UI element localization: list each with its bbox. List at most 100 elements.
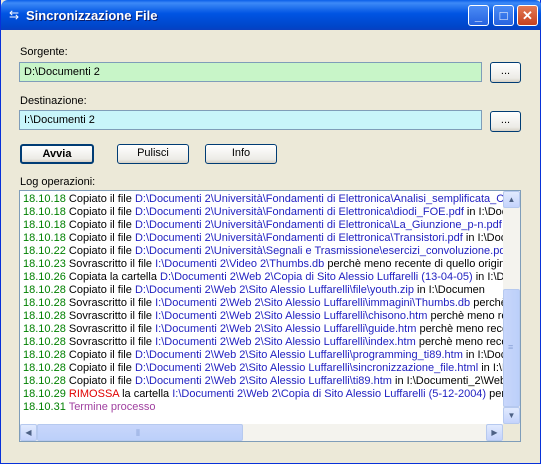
grip-icon: ≡ <box>508 342 514 352</box>
log-entry[interactable]: 18.10.18 Copiato il file D:\Documenti 2\… <box>23 219 503 232</box>
log-entry-detail: perchè meno recente di quello original <box>324 258 503 270</box>
log-label: Log operazioni: <box>20 176 96 188</box>
title-bar[interactable]: ⇆ Sincronizzazione File _ □ ✕ <box>1 0 541 30</box>
log-entry-action: Copiato il file <box>68 193 132 205</box>
log-entry-action: Copiato il file <box>68 206 132 218</box>
log-entry[interactable]: 18.10.18 Copiato il file D:\Documenti 2\… <box>23 232 503 245</box>
close-button[interactable]: ✕ <box>517 5 538 26</box>
log-entry-detail: perchè meno rece <box>430 310 503 322</box>
scroll-left-button[interactable]: ◀ <box>20 424 37 441</box>
scroll-down-button[interactable]: ▼ <box>503 407 520 424</box>
main-window: ⇆ Sincronizzazione File _ □ ✕ Sorgente: … <box>0 0 541 464</box>
horizontal-scrollbar[interactable]: ◀ ⦀ ▶ <box>20 424 503 441</box>
log-entry-path: D:\Documenti 2\Università\Fondamenti di … <box>134 219 502 231</box>
log-entry-detail: in I:\Docu <box>466 206 503 218</box>
log-entry[interactable]: 18.10.26 Copiata la cartella D:\Document… <box>23 271 503 284</box>
log-entry-detail: perch <box>489 388 503 400</box>
log-entry-action: RIMOSSA <box>68 388 120 400</box>
log-entry[interactable]: 18.10.29 RIMOSSA la cartella I:\Document… <box>23 388 503 401</box>
horizontal-scroll-thumb[interactable]: ⦀ <box>37 424 243 441</box>
arrow-down-icon: ▼ <box>507 411 516 420</box>
log-entry-action: Copiato il file <box>68 375 132 387</box>
log-entry-detail: la cartella <box>119 388 173 400</box>
destination-path-field[interactable]: I:\Documenti 2 <box>19 110 482 130</box>
log-entry-detail: perchè <box>473 297 503 309</box>
log-entry-detail: perchè meno recen <box>419 323 503 335</box>
minimize-icon: _ <box>474 8 483 23</box>
sync-icon: ⇆ <box>8 8 20 22</box>
source-label: Sorgente: <box>20 46 68 58</box>
scroll-up-button[interactable]: ▲ <box>503 191 520 208</box>
maximize-button[interactable]: □ <box>493 5 514 26</box>
scroll-corner <box>503 424 520 441</box>
log-entry-time: 18.10.28 <box>23 310 66 322</box>
log-entry-time: 18.10.18 <box>23 193 66 205</box>
log-entry-time: 18.10.26 <box>23 271 66 283</box>
log-entry-action: Copiata la cartella <box>68 271 157 283</box>
log-entry[interactable]: 18.10.28 Sovrascritto il file I:\Documen… <box>23 336 503 349</box>
log-entry[interactable]: 18.10.28 Sovrascritto il file I:\Documen… <box>23 297 503 310</box>
vertical-scroll-thumb[interactable]: ≡ <box>503 289 520 407</box>
log-entry-detail: in I:\Documenti_2\Web <box>391 375 503 387</box>
log-entry-time: 18.10.18 <box>23 232 66 244</box>
log-entry-action: Sovrascritto il file <box>68 336 153 348</box>
source-browse-button[interactable]: ... <box>490 62 521 83</box>
log-entry[interactable]: 18.10.23 Sovrascritto il file I:\Documen… <box>23 258 503 271</box>
log-entry-path: D:\Documenti 2\Università\Segnali e Tras… <box>134 245 503 257</box>
log-listbox[interactable]: 18.10.18 Copiato il file D:\Documenti 2\… <box>19 190 521 442</box>
info-button[interactable]: Info <box>205 144 277 164</box>
log-entry-action: Copiato il file <box>68 245 132 257</box>
log-entry-action: Copiato il file <box>68 284 132 296</box>
log-entry-time: 18.10.28 <box>23 375 66 387</box>
log-entry-time: 18.10.18 <box>23 206 66 218</box>
log-entry[interactable]: 18.10.28 Copiato il file D:\Documenti 2\… <box>23 284 503 297</box>
log-entry[interactable]: 18.10.18 Copiato il file D:\Documenti 2\… <box>23 193 503 206</box>
destination-label: Destinazione: <box>20 95 87 107</box>
vertical-scrollbar[interactable]: ▲ ≡ ▼ <box>503 191 520 424</box>
log-entry-action: Copiato il file <box>68 232 132 244</box>
log-entry-path: I:\Documenti 2\Video 2\Thumbs.db <box>155 258 325 270</box>
log-entry-path: D:\Documenti 2\Web 2\Copia di Sito Aless… <box>160 271 473 283</box>
log-entry[interactable]: 18.10.28 Copiato il file D:\Documenti 2\… <box>23 362 503 375</box>
log-entry-path: I:\Documenti 2\Web 2\Sito Alessio Luffar… <box>155 323 417 335</box>
log-entry-detail: in I:\D <box>481 362 503 374</box>
log-entry-action: Termine processo <box>68 401 156 413</box>
log-entry[interactable]: 18.10.28 Sovrascritto il file I:\Documen… <box>23 310 503 323</box>
close-icon: ✕ <box>522 8 533 23</box>
log-entry-time: 18.10.28 <box>23 349 66 361</box>
log-entry-detail: in I:\Docu <box>465 349 503 361</box>
log-entry-detail: perchè meno recen <box>418 336 503 348</box>
arrow-right-icon: ▶ <box>491 428 498 437</box>
log-entry-action: Copiato il file <box>68 219 132 231</box>
scroll-right-button[interactable]: ▶ <box>486 424 503 441</box>
log-entry-time: 18.10.28 <box>23 362 66 374</box>
destination-browse-button[interactable]: ... <box>490 111 521 132</box>
log-entry-detail: in I:\Docu <box>465 232 503 244</box>
start-button[interactable]: Avvia <box>20 144 94 164</box>
window-title: Sincronizzazione File <box>26 8 158 23</box>
log-entry-action: Sovrascritto il file <box>68 323 153 335</box>
log-entry-time: 18.10.23 <box>23 258 66 270</box>
minimize-button[interactable]: _ <box>468 5 489 26</box>
log-entry[interactable]: 18.10.28 Sovrascritto il file I:\Documen… <box>23 323 503 336</box>
log-entry-action: Copiato il file <box>68 362 132 374</box>
log-entry[interactable]: 18.10.28 Copiato il file D:\Documenti 2\… <box>23 349 503 362</box>
log-entry-time: 18.10.22 <box>23 245 66 257</box>
log-entry[interactable]: 18.10.28 Copiato il file D:\Documenti 2\… <box>23 375 503 388</box>
log-entry[interactable]: 18.10.31 Termine processo <box>23 401 503 414</box>
log-entry-detail: in I:\Doc <box>475 271 503 283</box>
log-entry-time: 18.10.28 <box>23 323 66 335</box>
grip-icon: ⦀ <box>136 428 140 438</box>
log-lines: 18.10.18 Copiato il file D:\Documenti 2\… <box>23 193 503 414</box>
log-entry-time: 18.10.28 <box>23 336 66 348</box>
log-entry-path: D:\Documenti 2\Università\Fondamenti di … <box>134 193 503 205</box>
clear-button[interactable]: Pulisci <box>117 144 189 164</box>
log-entry-time: 18.10.18 <box>23 219 66 231</box>
log-entry-path: D:\Documenti 2\Università\Fondamenti di … <box>134 232 463 244</box>
log-entry[interactable]: 18.10.18 Copiato il file D:\Documenti 2\… <box>23 206 503 219</box>
log-entry-action: Sovrascritto il file <box>68 258 153 270</box>
log-entry[interactable]: 18.10.22 Copiato il file D:\Documenti 2\… <box>23 245 503 258</box>
arrow-left-icon: ◀ <box>25 428 32 437</box>
log-entry-time: 18.10.29 <box>23 388 66 400</box>
source-path-field[interactable]: D:\Documenti 2 <box>19 62 482 82</box>
